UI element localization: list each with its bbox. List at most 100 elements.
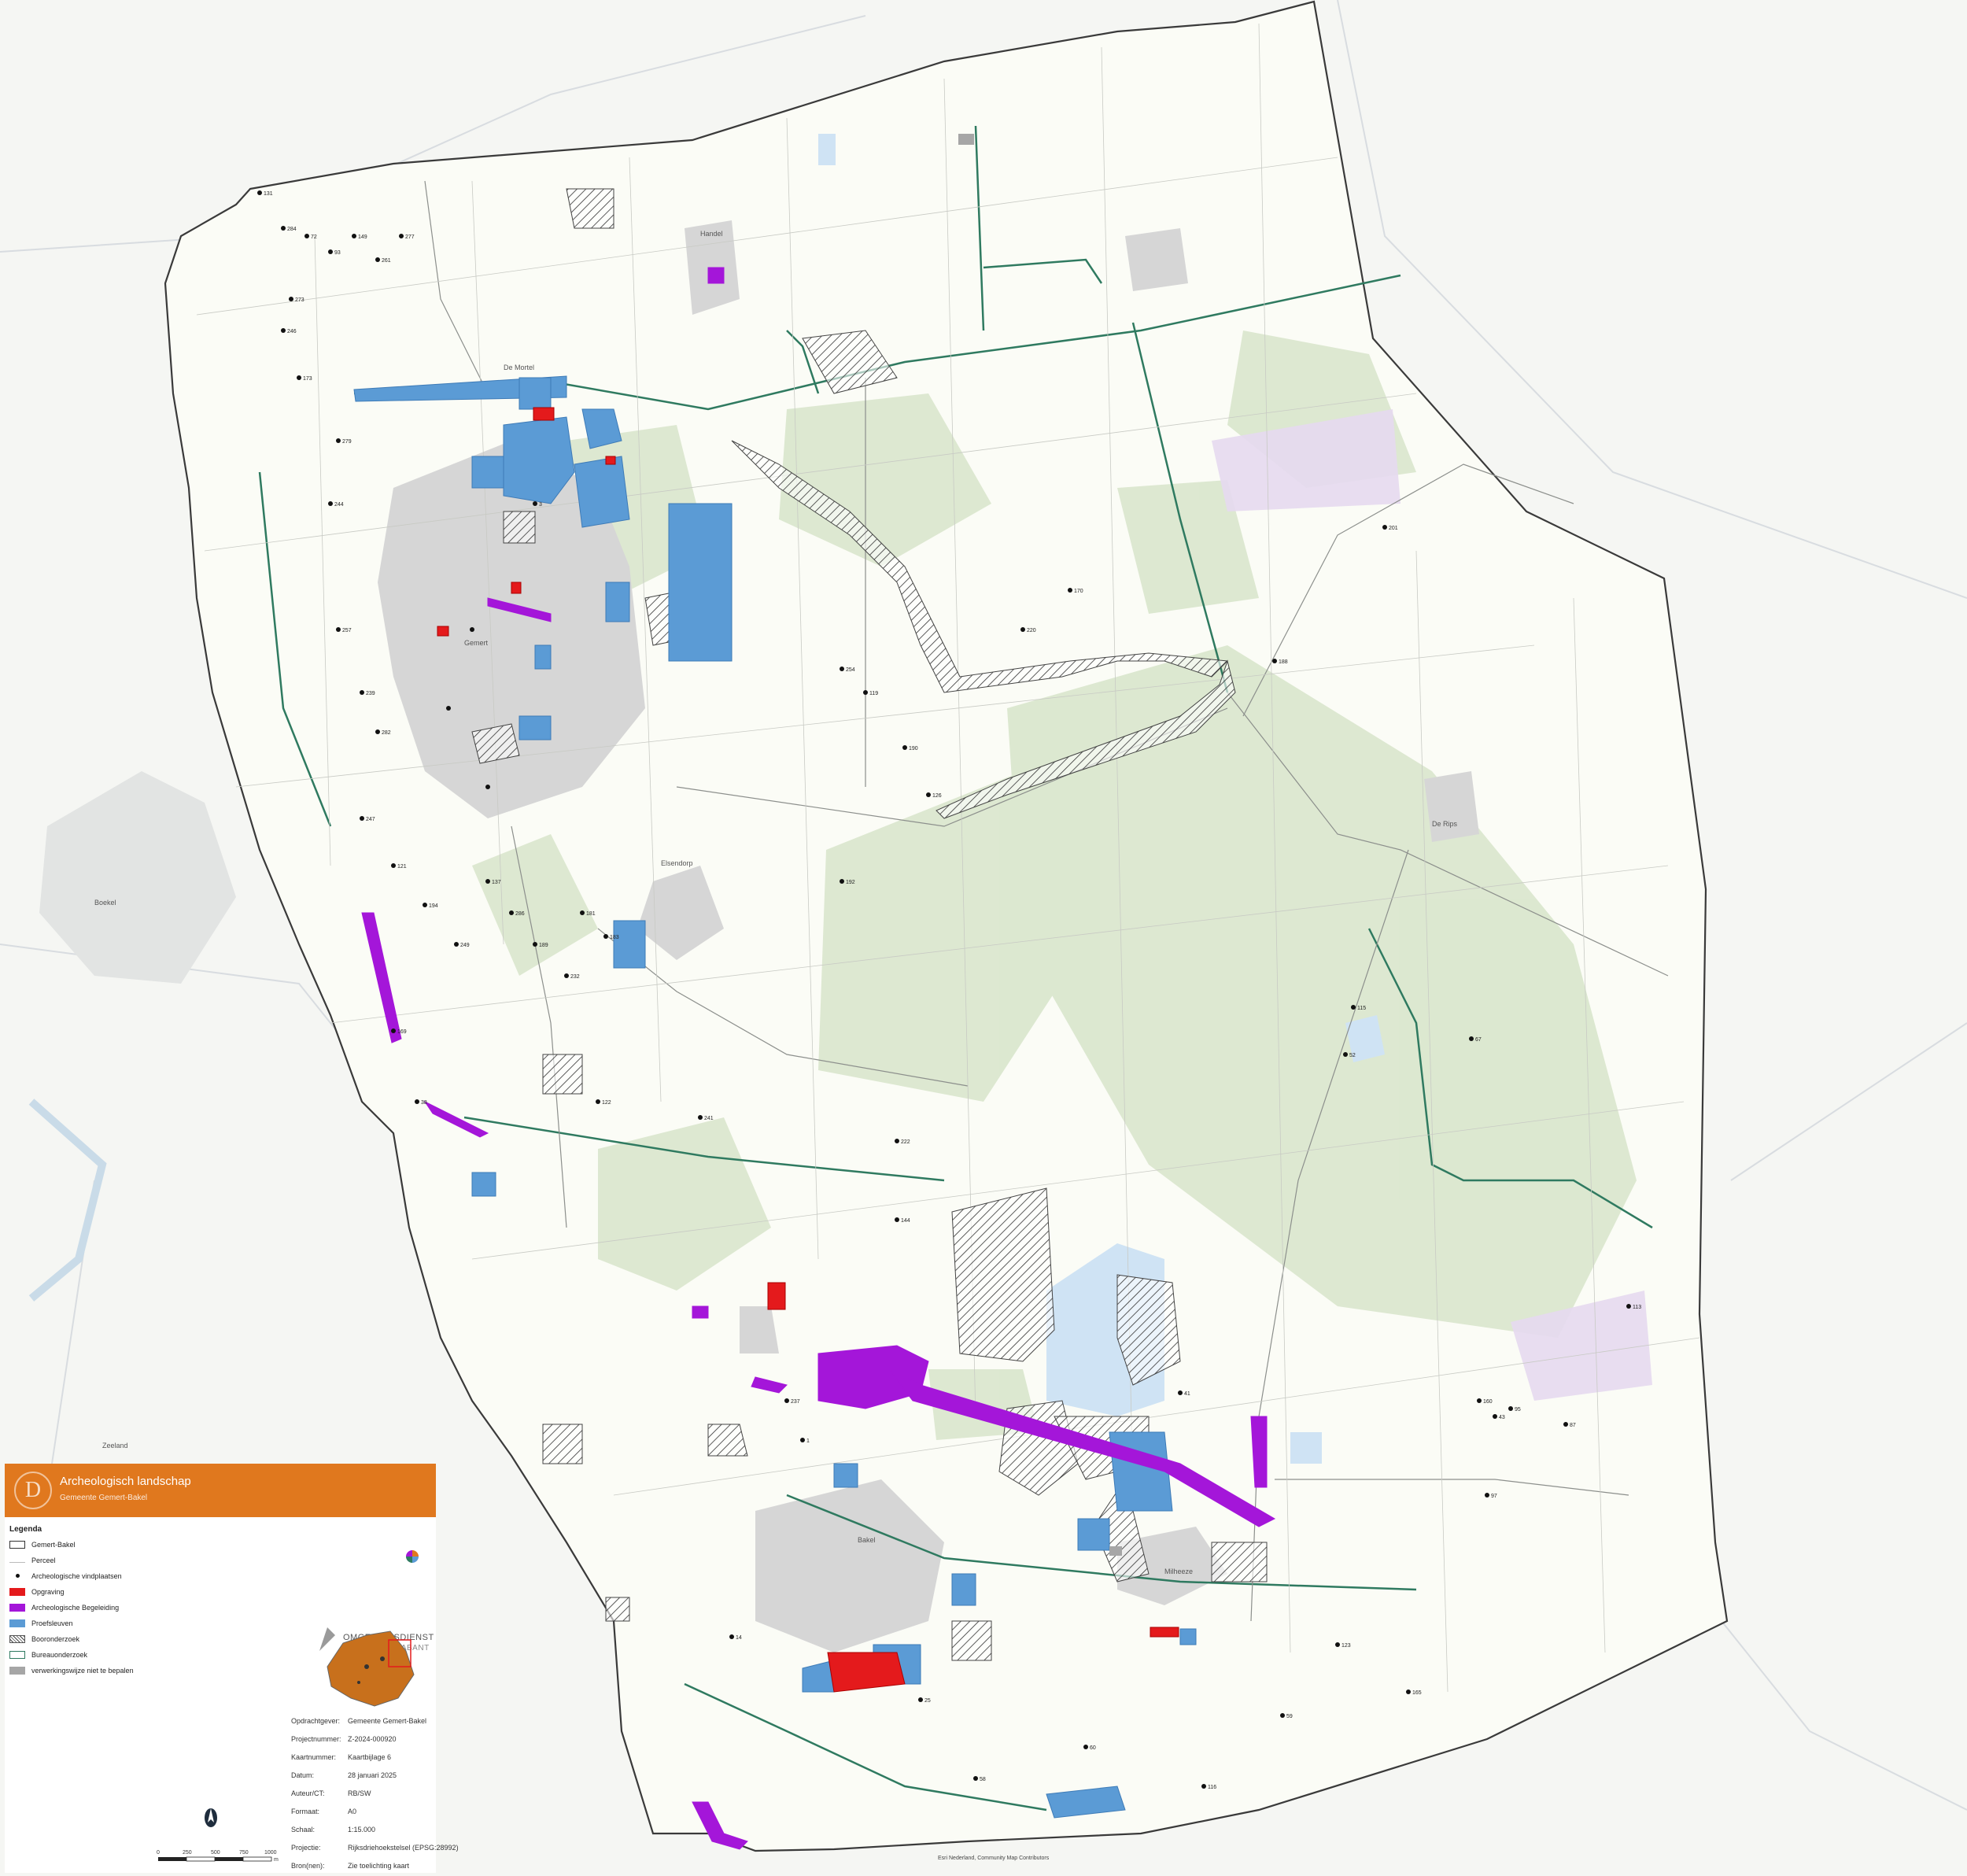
scale-tick-500: 500 [211,1850,220,1856]
site-label: 115 [1357,1006,1366,1011]
site-label: 14 [736,1635,742,1641]
site-label: 122 [602,1100,611,1106]
legend-item-proefsleuven: Proefsleuven [9,1618,73,1629]
perceel-swatch [9,1558,25,1563]
site-label: 220 [1027,628,1036,633]
site-label: 284 [287,227,297,232]
site-label: 201 [1389,526,1398,531]
site-label: 239 [366,691,375,696]
site-label: 192 [846,880,855,885]
site-label: 144 [901,1218,910,1224]
site-label: 1 [806,1438,810,1444]
legend-label: Gemert-Bakel [31,1541,76,1549]
site-label: 72 [311,234,317,240]
boundary-swatch [9,1541,25,1549]
proefsleuven-swatch [9,1619,25,1627]
site-label: 97 [1491,1494,1497,1499]
legend-label: Perceel [31,1557,56,1564]
site-label: 183 [610,935,619,940]
site-label: 189 [539,943,548,948]
site-label: 95 [1515,1407,1521,1413]
legend-panel: D Archeologisch landschap Gemeente Gemer… [5,1464,459,1873]
site-label: 286 [515,911,525,917]
legend-item-opgraving: Opgraving [9,1586,65,1597]
legend-item-vindplaatsen: Archeologische vindplaatsen [9,1571,122,1582]
site-label: 173 [303,376,312,382]
site-label: 87 [1570,1423,1576,1428]
scale-tick-250: 250 [183,1850,192,1856]
site-label: 43 [1499,1415,1505,1420]
site-label: 254 [846,667,855,673]
opgraving-swatch [9,1588,25,1596]
site-label: 25 [924,1698,931,1704]
legend-label: verwerkingswijze niet te bepalen [31,1667,134,1675]
map-subtitle: Gemeente Gemert-Bakel [60,1494,148,1502]
place-label-de-mortel: De Mortel [504,364,534,371]
legend-label: Bureauonderzoek [31,1651,88,1659]
site-label: 116 [1208,1785,1216,1790]
site-label: 149 [358,234,367,240]
site-label: 244 [334,502,344,508]
site-label: 119 [869,691,878,696]
site-label: 249 [460,943,470,948]
site-label: 237 [791,1399,800,1405]
site-label: 52 [1349,1053,1356,1058]
title-bar: D Archeologisch landschap Gemeente Gemer… [5,1464,436,1517]
place-label-zeeland: Zeeland [102,1442,128,1449]
site-label: 241 [704,1116,714,1121]
scale-unit: m [274,1857,279,1863]
site-label: 3 [539,502,542,508]
place-label-milheeze: Milheeze [1164,1568,1193,1575]
legend-item-begeleiding: Archeologische Begeleiding [9,1602,119,1613]
site-label: 282 [382,730,391,736]
legend-item-bureauonderzoek: Bureauonderzoek [9,1649,87,1660]
legend-heading: Legenda [9,1525,42,1534]
site-label: 137 [492,880,501,885]
place-label-de-rips: De Rips [1432,820,1458,828]
site-label: 59 [1286,1714,1293,1719]
legend-label: Proefsleuven [31,1619,73,1627]
site-label: 131 [264,191,273,197]
site-label: 170 [1074,589,1083,594]
site-label: 165 [1412,1690,1422,1696]
site-label: 67 [1475,1037,1482,1043]
site-label: 60 [1090,1745,1096,1751]
undetermined-swatch [9,1667,25,1675]
place-label-boekel: Boekel [94,899,116,907]
logo-d: D [14,1472,52,1509]
dot-swatch [9,1572,25,1580]
place-label-elsendorp: Elsendorp [661,859,693,867]
site-label: 160 [1483,1399,1493,1405]
place-label-handel: Handel [700,230,723,238]
site-label: 41 [1184,1391,1190,1397]
site-label: 261 [382,258,391,264]
site-label: 123 [1341,1643,1351,1649]
legend-label: Archeologische Begeleiding [31,1604,120,1612]
site-label: 279 [342,439,352,445]
legend-item-undetermined: verwerkingswijze niet te bepalen [9,1665,134,1676]
scale-bar: 0 250 500 750 1000 m [157,1850,279,1863]
site-label: 222 [901,1139,910,1145]
site-label: 181 [586,911,596,917]
hatch-swatch [9,1635,25,1643]
scale-tick-0: 0 [157,1850,160,1856]
site-label: 247 [366,817,375,822]
scale-tick-1000: 1000 [264,1850,277,1856]
legend-label: Archeologische vindplaatsen [31,1572,122,1580]
inset-overview-map [319,1627,415,1707]
bureau-swatch [9,1651,25,1659]
site-label: 113 [1633,1305,1641,1310]
legend-item-perceel: Perceel [9,1555,56,1566]
site-label: 190 [909,746,918,752]
legend-item-boundary: Gemert-Bakel [9,1539,76,1550]
site-label: 257 [342,628,352,633]
brand-logo-icon [406,1550,419,1563]
north-arrow-icon [205,1808,217,1827]
site-label: 194 [429,903,438,909]
begeleiding-swatch [9,1604,25,1612]
site-label: 277 [405,234,415,240]
site-label: 93 [334,250,341,256]
map-title: Archeologisch landschap [60,1475,191,1488]
legend-label: Opgraving [31,1588,65,1596]
legend-label: Booronderzoek [31,1635,80,1643]
